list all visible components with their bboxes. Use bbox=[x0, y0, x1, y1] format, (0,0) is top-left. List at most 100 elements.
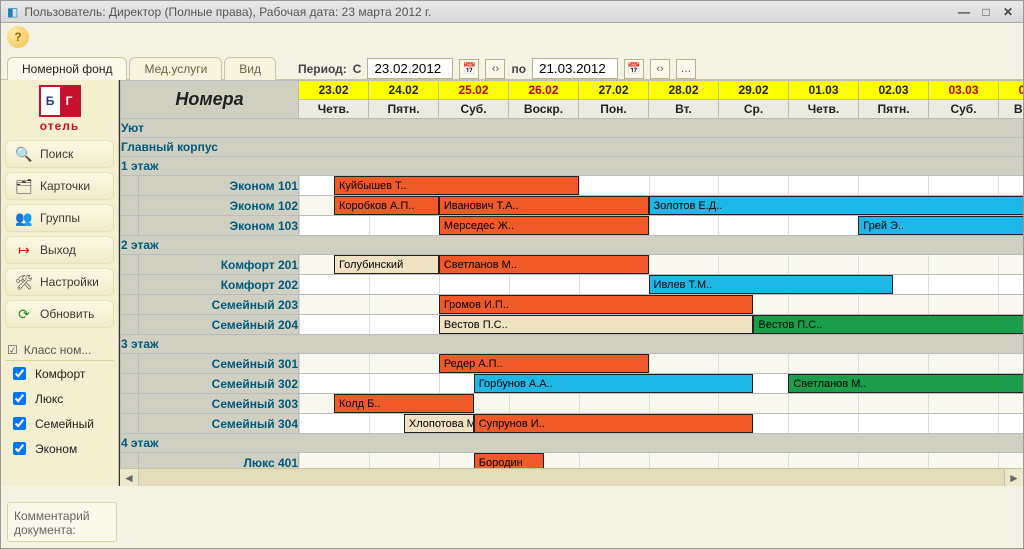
date-header[interactable]: 28.02 bbox=[649, 81, 719, 100]
room-checkbox-cell[interactable] bbox=[121, 315, 139, 335]
filter-header[interactable]: Класс ном... bbox=[24, 343, 92, 357]
horizontal-scrollbar[interactable]: ◄ ► bbox=[120, 468, 1023, 486]
booking-bar[interactable]: Светланов М.. bbox=[439, 255, 649, 274]
booking-bar[interactable]: Золотов Е.Д.. bbox=[649, 196, 1023, 215]
filter-checkbox[interactable] bbox=[13, 392, 26, 405]
booking-bar[interactable]: Мерседес Ж.. bbox=[439, 216, 649, 235]
cards-button[interactable]: 🗂Карточки bbox=[5, 172, 114, 200]
timeline-row[interactable]: Ивлев Т.М.. bbox=[299, 275, 1024, 295]
tab-rooms[interactable]: Номерной фонд bbox=[7, 57, 127, 80]
date-from-input[interactable] bbox=[367, 58, 453, 79]
scroll-left-icon[interactable]: ◄ bbox=[120, 469, 138, 486]
booking-bar[interactable]: Редер А.П.. bbox=[439, 354, 649, 373]
booking-bar[interactable]: Коробков А.П.. bbox=[334, 196, 439, 215]
search-button[interactable]: 🔍Поиск bbox=[5, 140, 114, 168]
room-name[interactable]: Эконом 103 bbox=[139, 216, 299, 236]
room-checkbox-cell[interactable] bbox=[121, 255, 139, 275]
room-name[interactable]: Эконом 101 bbox=[139, 176, 299, 196]
date-header[interactable]: 24.02 bbox=[369, 81, 439, 100]
filter-checkbox[interactable] bbox=[13, 367, 26, 380]
date-header[interactable]: 25.02 bbox=[439, 81, 509, 100]
nav-from-icon[interactable]: ‹› bbox=[485, 59, 505, 79]
room-checkbox-cell[interactable] bbox=[121, 275, 139, 295]
dow-header: Пятн. bbox=[369, 100, 439, 119]
timeline-row[interactable]: Громов И.П..Сос bbox=[299, 295, 1024, 315]
booking-bar[interactable]: Хлопотова М bbox=[404, 414, 474, 433]
room-checkbox-cell[interactable] bbox=[121, 295, 139, 315]
booking-bar[interactable]: Ивлев Т.М.. bbox=[649, 275, 894, 294]
room-name[interactable]: Семейный 303 bbox=[139, 394, 299, 414]
room-name[interactable]: Семейный 304 bbox=[139, 414, 299, 434]
settings-button[interactable]: 🛠Настройки bbox=[5, 268, 114, 296]
booking-bar[interactable]: Супрунов И.. bbox=[474, 414, 754, 433]
room-name[interactable]: Семейный 301 bbox=[139, 354, 299, 374]
room-name[interactable]: Семейный 302 bbox=[139, 374, 299, 394]
nav-to-icon[interactable]: ‹› bbox=[650, 59, 670, 79]
close-button[interactable]: ✕ bbox=[999, 5, 1017, 19]
booking-bar[interactable]: Куйбышев Т.. bbox=[334, 176, 579, 195]
refresh-button[interactable]: ⟳Обновить bbox=[5, 300, 114, 328]
timeline-row[interactable]: Горбунов А.А.. Светланов М.. bbox=[299, 374, 1024, 394]
timeline-row[interactable]: Бородин bbox=[299, 453, 1024, 469]
booking-bar[interactable]: Громов И.П.. bbox=[439, 295, 754, 314]
date-header[interactable]: 29.02 bbox=[719, 81, 789, 100]
booking-bar[interactable]: Бородин bbox=[474, 453, 544, 468]
calendar-from-icon[interactable]: 📅 bbox=[459, 59, 479, 79]
filter-check-icon[interactable]: ☑ bbox=[7, 343, 18, 357]
date-header[interactable]: 23.02 bbox=[299, 81, 369, 100]
minimize-button[interactable]: — bbox=[955, 5, 973, 19]
more-period-icon[interactable]: … bbox=[676, 59, 696, 79]
room-name[interactable]: Комфорт 201 bbox=[139, 255, 299, 275]
booking-bar[interactable]: Иванович Т.А.. bbox=[439, 196, 649, 215]
room-name[interactable]: Эконом 102 bbox=[139, 196, 299, 216]
room-checkbox-cell[interactable] bbox=[121, 394, 139, 414]
booking-bar[interactable]: Колд Б.. bbox=[334, 394, 474, 413]
timeline-row[interactable]: Мерседес Ж.. Грей Э.. bbox=[299, 216, 1024, 236]
filter-item[interactable]: Люкс bbox=[5, 386, 114, 411]
room-checkbox-cell[interactable] bbox=[121, 196, 139, 216]
booking-bar[interactable]: Грей Э.. bbox=[858, 216, 1023, 235]
date-to-input[interactable] bbox=[532, 58, 618, 79]
date-header[interactable]: 03.03 bbox=[929, 81, 999, 100]
date-header[interactable]: 01.03 bbox=[789, 81, 859, 100]
filter-checkbox[interactable] bbox=[13, 442, 26, 455]
booking-bar[interactable]: Вестов П.С.. bbox=[439, 315, 754, 334]
room-checkbox-cell[interactable] bbox=[121, 216, 139, 236]
filter-item[interactable]: Эконом bbox=[5, 436, 114, 461]
calendar-to-icon[interactable]: 📅 bbox=[624, 59, 644, 79]
room-checkbox-cell[interactable] bbox=[121, 374, 139, 394]
room-checkbox-cell[interactable] bbox=[121, 354, 139, 374]
room-name[interactable]: Семейный 204 bbox=[139, 315, 299, 335]
room-checkbox-cell[interactable] bbox=[121, 176, 139, 196]
maximize-button[interactable]: □ bbox=[977, 5, 995, 19]
room-name[interactable]: Комфорт 202 bbox=[139, 275, 299, 295]
help-icon[interactable]: ? bbox=[7, 26, 29, 48]
filter-checkbox[interactable] bbox=[13, 417, 26, 430]
groups-button[interactable]: 👥Группы bbox=[5, 204, 114, 232]
filter-item[interactable]: Семейный bbox=[5, 411, 114, 436]
room-name[interactable]: Люкс 401 bbox=[139, 453, 299, 469]
date-header[interactable]: 26.02 bbox=[509, 81, 579, 100]
date-header[interactable]: 02.03 bbox=[859, 81, 929, 100]
timeline-row[interactable]: Редер А.П.. bbox=[299, 354, 1024, 374]
date-header[interactable]: 04.03 bbox=[999, 81, 1024, 100]
timeline-row[interactable]: Хлопотова МСупрунов И.. bbox=[299, 414, 1024, 434]
room-checkbox-cell[interactable] bbox=[121, 414, 139, 434]
tab-med-services[interactable]: Мед.услуги bbox=[129, 57, 222, 80]
booking-bar[interactable]: Голубинский bbox=[334, 255, 439, 274]
room-checkbox-cell[interactable] bbox=[121, 453, 139, 469]
timeline-row[interactable]: Куйбышев Т.. bbox=[299, 176, 1024, 196]
timeline-row[interactable]: Вестов П.С..Вестов П.С.. bbox=[299, 315, 1024, 335]
booking-bar[interactable]: Вестов П.С.. bbox=[753, 315, 1023, 334]
date-header[interactable]: 27.02 bbox=[579, 81, 649, 100]
scroll-right-icon[interactable]: ► bbox=[1005, 469, 1023, 486]
exit-button[interactable]: ↦Выход bbox=[5, 236, 114, 264]
booking-bar[interactable]: Светланов М.. bbox=[788, 374, 1023, 393]
tab-view[interactable]: Вид bbox=[224, 57, 276, 80]
room-name[interactable]: Семейный 203 bbox=[139, 295, 299, 315]
timeline-row[interactable]: Колд Б.. bbox=[299, 394, 1024, 414]
booking-bar[interactable]: Горбунов А.А.. bbox=[474, 374, 754, 393]
filter-item[interactable]: Комфорт bbox=[5, 361, 114, 386]
timeline-row[interactable]: Коробков А.П..Иванович Т.А..Золотов Е.Д.… bbox=[299, 196, 1024, 216]
timeline-row[interactable]: ГолубинскийСветланов М.. bbox=[299, 255, 1024, 275]
